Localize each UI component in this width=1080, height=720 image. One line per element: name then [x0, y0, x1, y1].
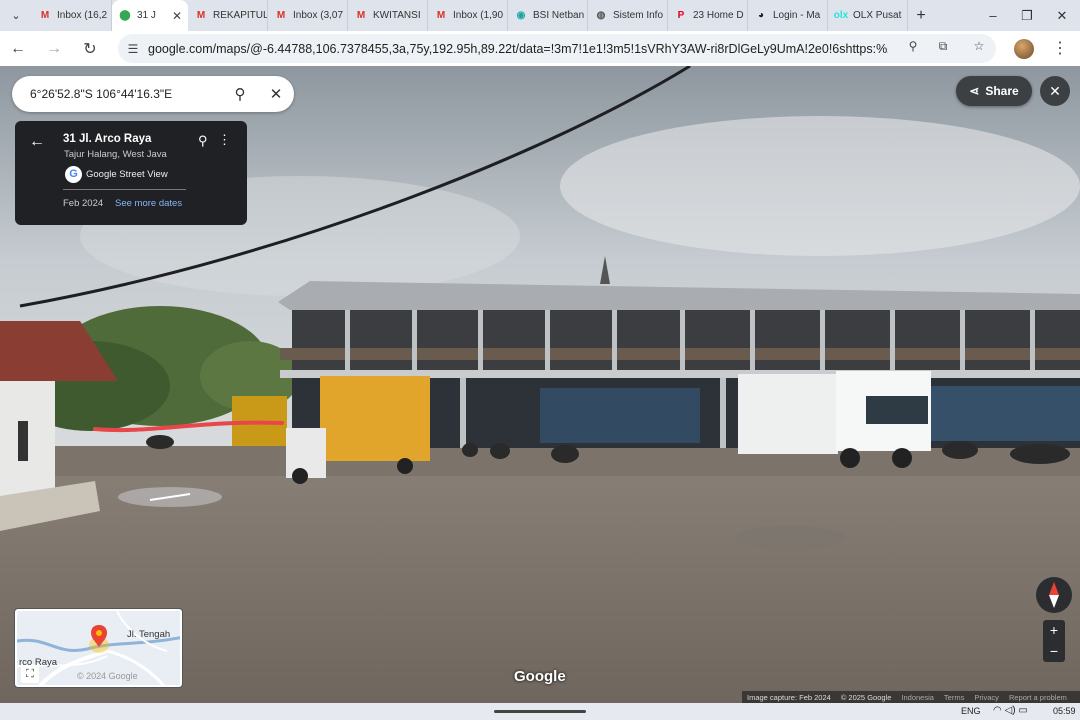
mini-map-street-label: Jl. Tengah	[127, 629, 171, 640]
browser-tab[interactable]: M KWITANSI	[348, 0, 428, 31]
tab-label: OLX Pusat	[853, 10, 902, 21]
browser-tab[interactable]: M REKAPITUL	[188, 0, 268, 31]
browser-tab[interactable]: olx OLX Pusat	[828, 0, 908, 31]
wifi-icon[interactable]: ◠	[993, 705, 1002, 716]
see-more-dates-link[interactable]: See more dates	[115, 198, 182, 209]
restore-window-icon[interactable]: ❐	[1010, 0, 1044, 31]
tab-label: 23 Home D	[693, 10, 744, 21]
report-problem-link[interactable]: Report a problem	[1004, 693, 1072, 702]
bookmark-star-icon[interactable]: ☆	[970, 37, 988, 55]
divider	[63, 189, 186, 190]
close-search-icon[interactable]: ✕	[258, 85, 294, 103]
share-icon: ⋖	[969, 84, 980, 98]
zoom-control: + −	[1043, 620, 1065, 662]
browser-tab-strip: ⌄ M Inbox (16,2 ⬤ 31 J ✕ M REKAPITUL M Inbox (3,…	[0, 0, 1080, 31]
pinterest-icon: P	[677, 10, 685, 21]
search-query-text[interactable]: 6°26'52.8"S 106°44'16.3"E	[30, 87, 222, 101]
tab-label: Inbox (16,2	[57, 10, 108, 21]
country-link[interactable]: Indonesia	[896, 693, 939, 702]
google-logo-icon: G	[65, 166, 82, 183]
tab-label: Sistem Info	[613, 10, 664, 21]
gmail-icon: M	[436, 10, 446, 21]
imagery-source-label: Google Street View	[86, 169, 168, 180]
tab-label: KWITANSI	[373, 10, 421, 21]
os-taskbar: ENG ◠ ◁) ▭ 05:59	[0, 703, 1080, 720]
home-gesture-handle[interactable]	[494, 710, 586, 713]
install-app-icon[interactable]: ⧉	[934, 37, 952, 55]
mini-map-watermark: © 2024 Google	[77, 671, 138, 681]
browser-tab[interactable]: M Inbox (1,90	[428, 0, 508, 31]
location-address: 31 Jl. Arco Raya	[63, 133, 152, 145]
image-capture-date: Image capture: Feb 2024	[747, 692, 831, 702]
url-text[interactable]: google.com/maps/@-6.44788,106.7378455,3a…	[148, 42, 888, 56]
attribution-bar: Image capture: Feb 2024 © 2025 Google In…	[742, 691, 1080, 703]
close-tab-icon[interactable]: ✕	[172, 9, 182, 23]
share-button[interactable]: ⋖ Share	[956, 76, 1032, 106]
tab-label: 31 J	[137, 10, 156, 21]
tab-label: BSI Netban	[533, 10, 585, 21]
browser-tab[interactable]: P 23 Home D	[668, 0, 748, 31]
browser-tab[interactable]: ⬤ 31 J ✕	[112, 0, 188, 31]
expand-map-icon[interactable]: ⛶	[21, 665, 39, 683]
map-pin-icon[interactable]: ⚲	[198, 133, 208, 149]
tab-label: REKAPITUL	[213, 10, 268, 21]
site-info-icon[interactable]: ☰	[118, 42, 148, 56]
back-button[interactable]: ←	[0, 31, 36, 66]
gmail-icon: M	[356, 10, 366, 21]
browser-toolbar: ← → ↻ ☰ google.com/maps/@-6.44788,106.73…	[0, 31, 1080, 66]
mini-map[interactable]: Jl. Tengah rco Raya © 2024 Google ⛶	[15, 609, 182, 687]
share-label: Share	[985, 84, 1019, 98]
bsi-icon: ◉	[516, 10, 526, 21]
capture-date: Feb 2024	[63, 198, 104, 209]
browser-tab[interactable]: ◕ Login - Ma	[748, 0, 828, 31]
browser-tab[interactable]: ◉ BSI Netban	[508, 0, 588, 31]
battery-icon[interactable]: ▭	[1018, 705, 1027, 716]
browser-tab[interactable]: ◍ Sistem Info	[588, 0, 668, 31]
tab-label: Inbox (1,90	[453, 10, 504, 21]
reload-button[interactable]: ↻	[72, 31, 108, 66]
browser-tab[interactable]: M Inbox (16,2	[32, 0, 112, 31]
location-city: Tajur Halang, West Java	[64, 149, 167, 160]
gmail-icon: M	[276, 10, 286, 21]
coordinate-search-box[interactable]: 6°26'52.8"S 106°44'16.3"E ⚲ ✕	[12, 76, 294, 112]
close-window-icon[interactable]: ✕	[1045, 0, 1079, 31]
compass-icon	[1049, 582, 1059, 608]
globe-icon: ◍	[596, 10, 606, 21]
gmail-icon: M	[40, 10, 50, 21]
tab-label: Inbox (3,07	[293, 10, 344, 21]
copyright-text: © 2025 Google	[840, 692, 892, 702]
clock[interactable]: 05:59	[1053, 706, 1076, 716]
privacy-link[interactable]: Privacy	[969, 693, 1004, 702]
maps-pin-icon: ⬤	[119, 10, 131, 21]
github-icon: ◕	[757, 10, 765, 21]
close-street-view-button[interactable]: ✕	[1040, 76, 1070, 106]
more-options-icon[interactable]: ⋮	[218, 132, 231, 148]
google-watermark-logo: Google	[514, 668, 566, 685]
system-tray-icons[interactable]: ◠ ◁) ▭	[993, 705, 1028, 716]
address-bar[interactable]: ☰ google.com/maps/@-6.44788,106.7378455,…	[118, 34, 996, 63]
browser-menu-icon[interactable]: ⋮	[1052, 38, 1068, 58]
terms-link[interactable]: Terms	[939, 693, 969, 702]
new-tab-button[interactable]: +	[908, 7, 934, 25]
zoom-out-button[interactable]: −	[1043, 641, 1065, 662]
minimize-window-icon[interactable]: –	[976, 0, 1010, 31]
tab-list: M Inbox (16,2 ⬤ 31 J ✕ M REKAPITUL M Inbox (3,07…	[32, 0, 908, 31]
tab-search-dropdown-icon[interactable]: ⌄	[6, 6, 26, 26]
search-icon[interactable]: ⚲	[222, 85, 258, 103]
forward-button[interactable]: →	[36, 31, 72, 66]
back-arrow-icon[interactable]: ←	[29, 133, 45, 151]
compass-button[interactable]	[1036, 577, 1072, 613]
street-view-info-card: ← 31 Jl. Arco Raya Tajur Halang, West Ja…	[15, 121, 247, 225]
volume-icon[interactable]: ◁)	[1005, 705, 1016, 716]
tab-label: Login - Ma	[773, 10, 821, 21]
olx-icon: olx	[833, 10, 849, 21]
keyboard-language[interactable]: ENG	[961, 706, 981, 716]
zoom-in-button[interactable]: +	[1043, 620, 1065, 641]
location-icon[interactable]: ⚲	[904, 37, 922, 55]
gmail-icon: M	[196, 10, 206, 21]
profile-avatar[interactable]	[1014, 39, 1034, 59]
browser-tab[interactable]: M Inbox (3,07	[268, 0, 348, 31]
